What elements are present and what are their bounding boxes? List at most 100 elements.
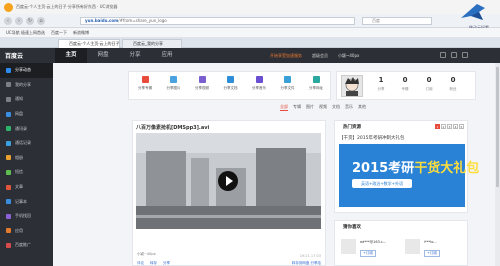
sidebar-item[interactable]: 我的分享: [0, 78, 53, 93]
sidebar-item[interactable]: 手机找回: [0, 209, 53, 224]
share-tool-icon: [255, 76, 263, 83]
share-tool-icon: [170, 76, 177, 83]
page-button[interactable]: 4: [453, 124, 458, 129]
header-right: 开始享受加速服务 超级会员 小颖~40px: [270, 48, 359, 63]
filter-tab[interactable]: 视频: [319, 104, 327, 111]
sidebar-item[interactable]: 分享动态: [0, 63, 53, 78]
stat-shares[interactable]: 1 分享: [372, 76, 390, 92]
share-tool-button[interactable]: 分享图片: [161, 76, 187, 91]
share-tool-button[interactable]: 分享文件: [275, 76, 301, 91]
forward-icon[interactable]: ›: [15, 17, 23, 25]
page-button[interactable]: 5: [459, 124, 464, 129]
sidebar-item[interactable]: 文章: [0, 180, 53, 195]
sidebar-item-label: 记事本: [15, 198, 27, 204]
page-button[interactable]: 1: [435, 124, 440, 129]
share-tool-button[interactable]: 分享视频: [189, 76, 215, 91]
filter-tab[interactable]: 文档: [332, 104, 340, 111]
hot-resources-card: 热门资源 1 2 3 4 5 【干货】2015年考研冲刺大礼包 2015考研干货…: [334, 120, 479, 213]
scrollbar[interactable]: [495, 63, 500, 266]
mail-icon[interactable]: [440, 52, 446, 58]
comment-action[interactable]: 评论: [137, 261, 144, 266]
sidebar-item[interactable]: 记事本: [0, 194, 53, 209]
filter-tab[interactable]: 图片: [306, 104, 314, 111]
sidebar-item-label: 通讯录: [15, 125, 27, 131]
sidebar-item-icon: [6, 199, 11, 205]
scrollbar-thumb[interactable]: [496, 67, 499, 187]
refresh-icon[interactable]: ↻: [26, 17, 34, 25]
post-time: 19:21 17:03: [299, 254, 321, 258]
favorite-link[interactable]: 百度一下: [51, 30, 67, 36]
filter-tab[interactable]: 专辑: [293, 104, 301, 111]
hot-headline[interactable]: 【干货】2015年考研冲刺大礼包: [339, 135, 404, 141]
share-tool-icon: [141, 76, 149, 83]
sidebar-item[interactable]: 通知: [0, 92, 53, 107]
share-tool-button[interactable]: 分享网址: [303, 76, 329, 91]
promo-text: 开始享受加速服务: [270, 52, 302, 58]
favorite-link[interactable]: 新浪微博: [73, 30, 89, 36]
baidu-yun-logo[interactable]: 百度云: [5, 51, 23, 60]
page-button[interactable]: 2: [441, 124, 446, 129]
hot-banner[interactable]: 2015考研干货大礼包 英语+政治+数学+外语: [339, 144, 479, 207]
browser-search-input[interactable]: 百度: [362, 17, 432, 25]
sidebar-item[interactable]: 相册: [0, 151, 53, 166]
favorite-link[interactable]: UC导航 极速上网首选: [6, 30, 45, 36]
back-icon[interactable]: ‹: [4, 17, 12, 25]
url-host: yun.baidu.com: [85, 18, 119, 23]
save-action[interactable]: 转存: [150, 261, 157, 266]
sidebar-item-icon: [6, 140, 11, 146]
nav-netdisk[interactable]: 网盘: [87, 48, 119, 63]
sidebar-item-label: 百度推广: [15, 242, 31, 248]
stat-subscriptions[interactable]: 0 订阅: [420, 76, 438, 92]
recommend-avatar[interactable]: [341, 239, 356, 254]
post-title[interactable]: 八百万像素抢机[DMSpp3].avi: [136, 124, 209, 131]
bird-widget[interactable]: 移动云好看: [445, 0, 495, 30]
sidebar-item-icon: [6, 242, 11, 248]
stat-fans[interactable]: 0 粉丝: [444, 76, 462, 92]
subscribe-button[interactable]: +订阅: [424, 250, 440, 257]
filter-tab[interactable]: 其他: [358, 104, 366, 111]
vip-link[interactable]: 超级会员: [312, 53, 328, 59]
video-preview[interactable]: [136, 133, 321, 229]
filter-tab[interactable]: 音乐: [345, 104, 353, 111]
recommend-avatar[interactable]: [405, 239, 420, 254]
nav-home[interactable]: 主页: [55, 48, 87, 63]
sidebar-item-label: 应用: [15, 227, 23, 233]
subscribe-button[interactable]: +订阅: [360, 250, 376, 257]
main-nav: 主页 网盘 分享 应用: [55, 48, 183, 63]
uc-browser-logo: [4, 2, 13, 12]
sidebar-item-icon: [6, 111, 11, 117]
recommend-item: ed***@163.c... +订阅: [341, 239, 405, 264]
recommend-name[interactable]: ed***@163.c...: [360, 240, 386, 244]
settings-icon[interactable]: [451, 52, 457, 58]
browser-tab[interactable]: 百度云_我的分享: [122, 39, 182, 48]
user-name[interactable]: 小颖~40px: [338, 53, 359, 59]
sidebar-item[interactable]: 网盘: [0, 107, 53, 122]
play-button[interactable]: [218, 171, 238, 191]
sidebar-item[interactable]: 百度推广: [0, 238, 53, 253]
post-actions-right[interactable]: 转存到网盘 分享给: [292, 261, 321, 266]
share-action[interactable]: 分享: [163, 261, 170, 266]
sidebar-item[interactable]: 短信: [0, 165, 53, 180]
stat-albums[interactable]: 0 专辑: [396, 76, 414, 92]
sidebar-item[interactable]: 通讯录: [0, 121, 53, 136]
site-header: 百度云 主页 网盘 分享 应用 开始享受加速服务 超级会员 小颖~40px: [0, 48, 500, 63]
avatar[interactable]: [341, 75, 363, 97]
sidebar-item[interactable]: 应用: [0, 224, 53, 239]
nav-apps[interactable]: 应用: [151, 48, 183, 63]
share-tool-button[interactable]: 分享音乐: [246, 76, 272, 91]
main-content: 分享专辑 分享图片 分享视频 分享文档 分享音乐 分享文件 分享网址 1 分享 0 专辑 0 订阅…: [53, 63, 500, 266]
menu-icon[interactable]: [462, 52, 468, 58]
sidebar-item[interactable]: 通话记录: [0, 136, 53, 151]
post-user[interactable]: 小颖~40px: [137, 252, 156, 257]
share-tool-label: 分享文件: [280, 86, 295, 90]
recommend-name[interactable]: i***lo...: [424, 240, 437, 244]
browser-tab[interactable]: 百度云·个人主页·云上的日子: [58, 39, 120, 48]
filter-tab[interactable]: 全部: [280, 104, 288, 111]
page-button[interactable]: 3: [447, 124, 452, 129]
share-tool-button[interactable]: 分享文档: [218, 76, 244, 91]
url-field[interactable]: yun.baidu.com/#from=share_yun_logo: [80, 17, 355, 25]
hot-pager: 1 2 3 4 5: [434, 124, 464, 129]
home-icon[interactable]: ⌂: [37, 17, 45, 25]
share-tool-button[interactable]: 分享专辑: [132, 76, 158, 91]
nav-share[interactable]: 分享: [119, 48, 151, 63]
